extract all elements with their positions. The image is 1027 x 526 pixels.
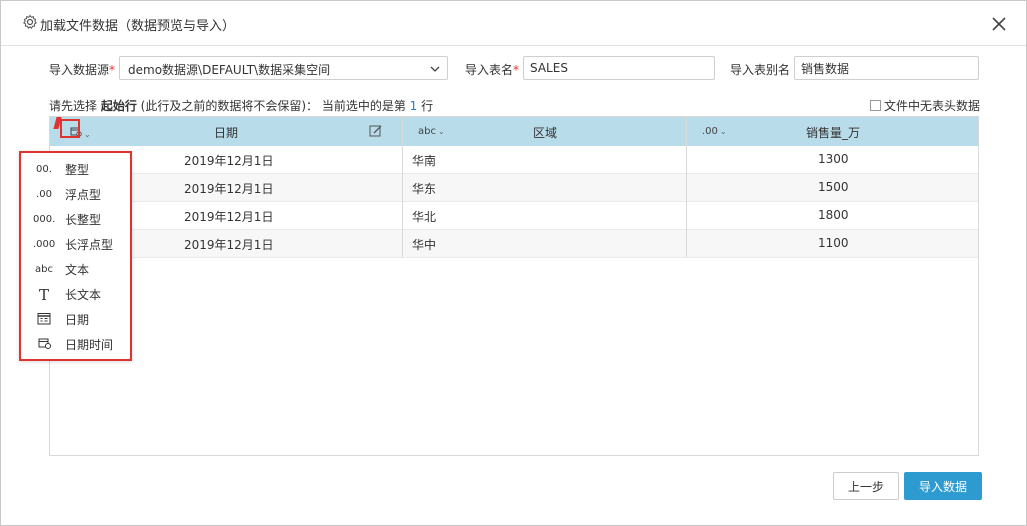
import-data-button[interactable]: 导入数据 — [904, 472, 982, 500]
table-name-label: 导入表名* — [465, 63, 520, 77]
table-alias-label: 导入表别名 — [730, 63, 791, 77]
text-icon: abc — [35, 264, 53, 275]
menu-item-text[interactable]: abc 文本 — [21, 257, 130, 282]
calendar-icon — [33, 312, 55, 328]
edit-icon[interactable] — [369, 124, 383, 138]
menu-item-date[interactable]: 日期 — [21, 307, 130, 332]
long-integer-icon: 000. — [33, 214, 56, 225]
table-row[interactable]: 2019年12月1日 华东 1500 — [50, 174, 978, 202]
prev-step-button[interactable]: 上一步 — [833, 472, 899, 500]
checkbox-box[interactable] — [870, 100, 881, 111]
datasource-select[interactable]: demo数据源\DEFAULT\数据采集空间 — [119, 56, 448, 80]
datasource-select-value: demo数据源\DEFAULT\数据采集空间 — [128, 63, 331, 77]
column-type-toggle-3[interactable]: .00 ⌄ — [702, 126, 727, 137]
type-icon-highlight — [60, 119, 80, 138]
table-name-input[interactable] — [523, 56, 715, 80]
chevron-down-icon — [430, 66, 440, 72]
menu-item-integer[interactable]: 00. 整型 — [21, 157, 130, 182]
grid-header: ⌄ 日期 abc ⌄ 区域 .00 ⌄ 销售量_万 — [50, 117, 978, 146]
no-header-checkbox[interactable]: 文件中无表头数据 — [870, 97, 980, 114]
datetime-icon — [33, 337, 55, 352]
column-divider — [686, 117, 687, 257]
table-row[interactable]: 2019年12月1日 华北 1800 — [50, 202, 978, 230]
menu-item-datetime[interactable]: 日期时间 — [21, 332, 130, 357]
dialog-title: 加载文件数据（数据预览与导入） — [40, 19, 236, 34]
menu-item-float[interactable]: .00 浮点型 — [21, 182, 130, 207]
float-icon: .00 — [36, 189, 52, 200]
table-row[interactable]: 2019年12月1日 华南 1300 — [50, 146, 978, 174]
menu-item-long-integer[interactable]: 000. 长整型 — [21, 207, 130, 232]
column-type-toggle-2[interactable]: abc ⌄ — [418, 126, 445, 137]
column-header-region: 区域 — [533, 126, 558, 140]
integer-icon: 00. — [36, 164, 52, 175]
menu-item-long-float[interactable]: .000 长浮点型 — [21, 232, 130, 257]
column-header-date: 日期 — [214, 126, 239, 140]
menu-item-long-text[interactable]: T 长文本 — [21, 282, 130, 307]
close-icon[interactable] — [991, 16, 1007, 32]
table-row[interactable]: 2019年12月1日 华中 1100 — [50, 230, 978, 258]
load-file-dialog: 加载文件数据（数据预览与导入） 导入数据源* demo数据源\DEFAULT\数… — [0, 0, 1027, 526]
table-alias-input[interactable] — [794, 56, 979, 80]
column-header-sales: 销售量_万 — [806, 126, 861, 140]
gear-icon — [23, 14, 37, 29]
start-row-hint: 请先选择 起始行 (此行及之前的数据将不会保留)： 当前选中的是第 1 行 — [49, 99, 434, 113]
long-float-icon: .000 — [33, 239, 56, 250]
column-divider — [402, 117, 403, 257]
datasource-label: 导入数据源* — [49, 63, 116, 77]
long-text-icon: T — [38, 285, 49, 304]
dialog-titlebar: 加载文件数据（数据预览与导入） — [1, 1, 1026, 46]
preview-grid: ⌄ 日期 abc ⌄ 区域 .00 ⌄ 销售量_万 2019年12月1日 华南 13… — [49, 116, 979, 456]
column-type-menu: 00. 整型 .00 浮点型 000. 长整型 .000 长浮点型 abc 文本… — [19, 151, 132, 361]
